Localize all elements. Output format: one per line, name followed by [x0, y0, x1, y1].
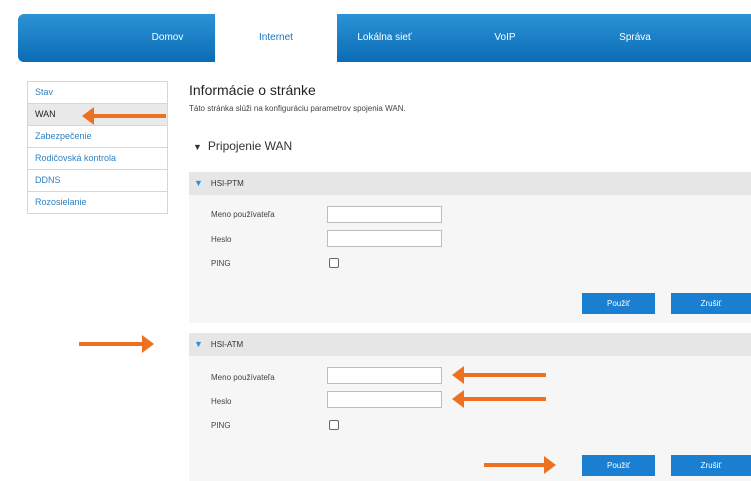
username-label: Meno používateľa: [211, 373, 275, 382]
panel-header-label: HSI-PTM: [210, 179, 244, 188]
nav-tab-domov[interactable]: Domov: [120, 14, 215, 62]
password-input[interactable]: [327, 230, 442, 247]
panel-header-hsi-atm[interactable]: ▼ HSI-ATM: [189, 333, 751, 356]
sidebar-item-rozosielanie[interactable]: Rozosielanie: [28, 192, 167, 213]
cancel-button[interactable]: Zrušiť: [671, 293, 751, 314]
nav-tab-lokalna-siet[interactable]: Lokálna sieť: [337, 14, 432, 62]
nav-tab-sprava[interactable]: Správa: [595, 14, 675, 62]
section-title[interactable]: ▼ Pripojenie WAN: [193, 139, 292, 153]
sidebar-menu: Stav WAN Zabezpečenie Rodičovská kontrol…: [27, 81, 168, 214]
ping-label: PING: [211, 421, 231, 430]
triangle-down-icon: ▼: [193, 142, 202, 152]
nav-tab-voip[interactable]: VoIP: [475, 14, 535, 62]
annotation-arrow-icon: [452, 366, 546, 384]
ping-checkbox[interactable]: [329, 420, 339, 430]
triangle-down-icon: ▼: [194, 178, 203, 188]
password-label: Heslo: [211, 397, 232, 406]
cancel-button[interactable]: Zrušiť: [671, 455, 751, 476]
page-description: Táto stránka slúži na konfiguráciu param…: [189, 104, 406, 113]
password-input[interactable]: [327, 391, 442, 408]
annotation-arrow-icon: [82, 107, 166, 125]
triangle-down-icon: ▼: [194, 339, 203, 349]
username-label: Meno používateľa: [211, 210, 275, 219]
sidebar-item-ddns[interactable]: DDNS: [28, 170, 167, 192]
annotation-arrow-icon: [79, 335, 154, 353]
ping-checkbox[interactable]: [329, 258, 339, 268]
sidebar-item-zabezpecenie[interactable]: Zabezpečenie: [28, 126, 167, 148]
nav-tab-internet[interactable]: Internet: [215, 12, 337, 64]
annotation-arrow-icon: [452, 390, 546, 408]
username-input[interactable]: [327, 206, 442, 223]
username-input[interactable]: [327, 367, 442, 384]
ping-label: PING: [211, 259, 231, 268]
annotation-arrow-icon: [484, 456, 556, 474]
password-label: Heslo: [211, 235, 232, 244]
page-title: Informácie o stránke: [189, 82, 316, 98]
apply-button[interactable]: Použiť: [582, 455, 655, 476]
panel-header-label: HSI-ATM: [210, 340, 244, 349]
apply-button[interactable]: Použiť: [582, 293, 655, 314]
section-title-label: Pripojenie WAN: [207, 139, 293, 153]
sidebar-item-rodicovska-kontrola[interactable]: Rodičovská kontrola: [28, 148, 167, 170]
panel-header-hsi-ptm[interactable]: ▼ HSI-PTM: [189, 172, 751, 195]
sidebar-item-stav[interactable]: Stav: [28, 82, 167, 104]
